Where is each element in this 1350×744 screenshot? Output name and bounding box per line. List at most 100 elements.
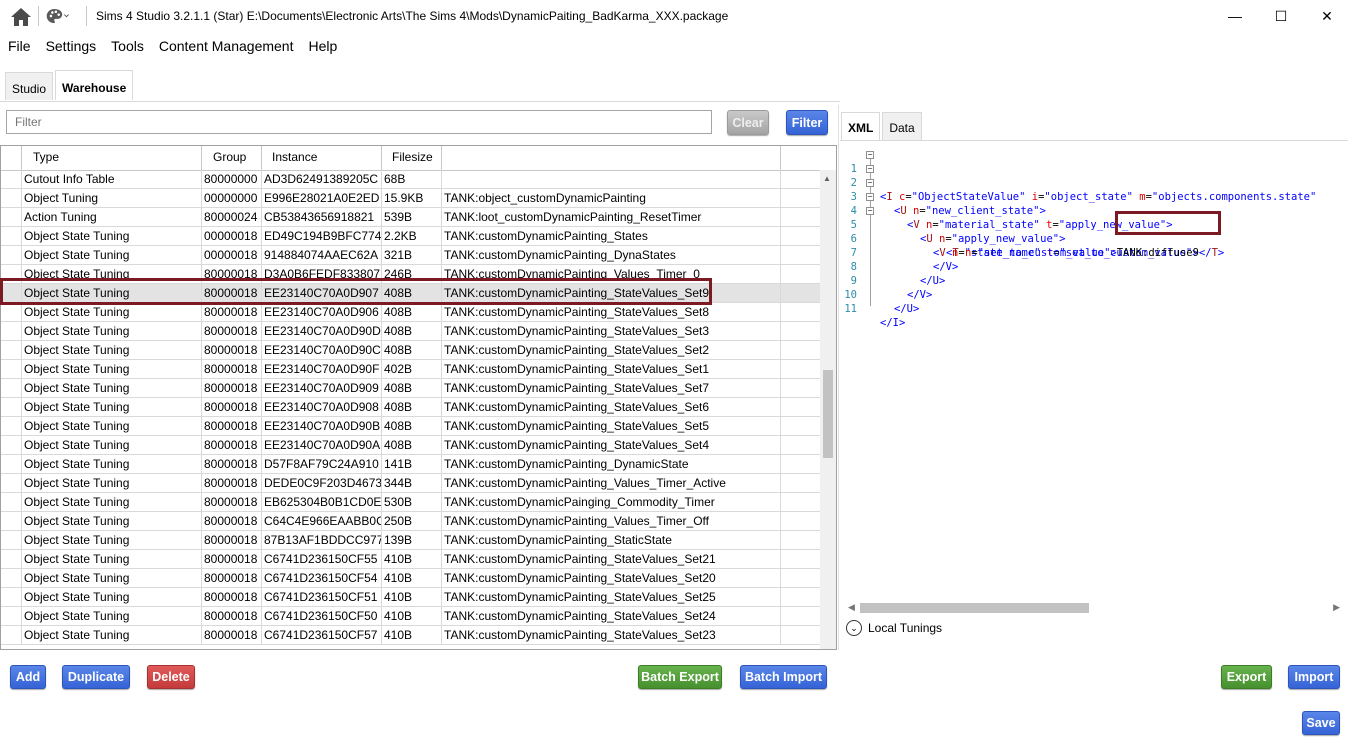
table-row[interactable]: Object State Tuning 80000018 C6741D236150C… — [1, 626, 821, 645]
table-row[interactable]: Object State Tuning 80000018 EE23140C70A0D… — [1, 360, 821, 379]
filesize-cell: 344B — [382, 474, 442, 492]
name-cell: TANK:customDynamicPainting_StateValues_S… — [442, 398, 781, 416]
table-row[interactable]: Object State Tuning 80000018 C6741D236150C… — [1, 569, 821, 588]
table-row[interactable]: Object Tuning 00000000 E996E28021A0E2ED 15.… — [1, 189, 821, 208]
name-cell: TANK:customDynamicPainting_StateValues_S… — [442, 360, 781, 378]
type-cell: Object State Tuning — [22, 303, 202, 321]
extra-cell — [781, 189, 821, 207]
column-header-name[interactable] — [442, 146, 781, 170]
fold-toggle-icon[interactable]: − — [866, 151, 874, 159]
add-button[interactable]: Add — [10, 665, 46, 689]
close-button[interactable]: ✕ — [1304, 0, 1350, 32]
table-row[interactable]: Object State Tuning 80000018 D57F8AF79C24A… — [1, 455, 821, 474]
type-cell: Object State Tuning — [22, 512, 202, 530]
duplicate-button[interactable]: Duplicate — [62, 665, 130, 689]
row-indicator — [1, 436, 22, 454]
table-row[interactable]: Object State Tuning 80000018 EE23140C70A0D… — [1, 322, 821, 341]
table-row[interactable]: Object State Tuning 80000018 DEDE0C9F203D4… — [1, 474, 821, 493]
column-header-type[interactable]: Type — [22, 146, 202, 170]
column-header-extra[interactable] — [781, 146, 821, 170]
scroll-left-icon[interactable]: ◀ — [848, 602, 855, 613]
fold-toggle-icon[interactable]: − — [866, 193, 874, 201]
table-header: Type Group Instance Filesize — [1, 146, 821, 171]
menu-content-management[interactable]: Content Management — [151, 36, 301, 58]
group-cell: 80000018 — [202, 493, 262, 511]
batch-import-button[interactable]: Batch Import — [740, 665, 827, 689]
horizontal-scrollbar[interactable]: ◀ ▶ — [846, 602, 1340, 614]
table-row[interactable]: Object State Tuning 80000018 C6741D236150C… — [1, 607, 821, 626]
table-row[interactable]: Object State Tuning 80000018 C6741D236150C… — [1, 588, 821, 607]
table-row[interactable]: Object State Tuning 80000018 EE23140C70A0D… — [1, 417, 821, 436]
fold-toggle-icon[interactable]: − — [866, 179, 874, 187]
column-header[interactable] — [1, 146, 22, 170]
table-row[interactable]: Object State Tuning 80000018 C64C4E966EAAB… — [1, 512, 821, 531]
name-cell: TANK:customDynamicPainting_DynamicState — [442, 455, 781, 473]
menu-settings[interactable]: Settings — [38, 36, 104, 58]
code-line: 6 <T n="set_to_custom_value">TANK:diffus… — [840, 218, 1348, 259]
code-line: 11 </I> — [840, 288, 1348, 329]
local-tunings-toggle[interactable]: ⌄ Local Tunings — [846, 620, 942, 636]
scrollbar-thumb[interactable] — [823, 370, 833, 458]
instance-cell: D57F8AF79C24A910 — [262, 455, 382, 473]
menu-tools[interactable]: Tools — [103, 36, 151, 58]
scroll-right-icon[interactable]: ▶ — [1333, 602, 1340, 613]
type-cell: Object State Tuning — [22, 360, 202, 378]
column-header-group[interactable]: Group — [202, 146, 262, 170]
table-row[interactable]: Object State Tuning 80000018 EE23140C70A0D… — [1, 379, 821, 398]
table-row[interactable]: Object State Tuning 80000018 87B13AF1BDDCC… — [1, 531, 821, 550]
table-row[interactable]: Object State Tuning 00000018 ED49C194B9BFC… — [1, 227, 821, 246]
fold-toggle-icon[interactable]: − — [866, 165, 874, 173]
scroll-up-icon[interactable]: ▲ — [823, 174, 831, 183]
column-header-filesize[interactable]: Filesize — [382, 146, 442, 170]
delete-button[interactable]: Delete — [147, 665, 195, 689]
code-line: 8 </U> — [840, 246, 1348, 287]
xml-editor[interactable]: 1 − <I c="ObjectStateValue" i="object_st… — [840, 140, 1348, 619]
tab-warehouse[interactable]: Warehouse — [55, 70, 134, 100]
filesize-cell: 539B — [382, 208, 442, 226]
group-cell: 80000018 — [202, 550, 262, 568]
import-button[interactable]: Import — [1288, 665, 1340, 689]
name-cell: TANK:customDynamicPainting_StateValues_S… — [442, 341, 781, 359]
scrollbar-thumb[interactable] — [860, 603, 1089, 613]
filter-input[interactable] — [6, 110, 712, 134]
type-cell: Object State Tuning — [22, 607, 202, 625]
table-row[interactable]: Cutout Info Table 80000000 AD3D62491389205… — [1, 170, 821, 189]
table-row[interactable]: Object State Tuning 80000018 EE23140C70A0D… — [1, 436, 821, 455]
maximize-button[interactable]: ☐ — [1258, 0, 1304, 32]
batch-export-button[interactable]: Batch Export — [638, 665, 722, 689]
type-cell: Object State Tuning — [22, 626, 202, 644]
instance-cell: EE23140C70A0D90F — [262, 360, 382, 378]
table-row[interactable]: Object State Tuning 80000018 EE23140C70A0D… — [1, 398, 821, 417]
palette-icon[interactable] — [46, 4, 70, 28]
column-header-instance[interactable]: Instance — [262, 146, 382, 170]
filesize-cell: 408B — [382, 303, 442, 321]
tab-data[interactable]: Data — [882, 112, 922, 140]
filter-button[interactable]: Filter — [786, 110, 828, 135]
clear-button[interactable]: Clear — [727, 110, 769, 135]
group-cell: 80000018 — [202, 417, 262, 435]
tab-xml[interactable]: XML — [841, 112, 881, 140]
panel-divider[interactable] — [838, 105, 839, 650]
table-row[interactable]: Object State Tuning 80000018 EE23140C70A0D… — [1, 341, 821, 360]
menu-file[interactable]: File — [0, 36, 38, 58]
save-button[interactable]: Save — [1302, 711, 1340, 735]
export-button[interactable]: Export — [1221, 665, 1272, 689]
extra-cell — [781, 303, 821, 321]
table-row[interactable]: Action Tuning 80000024 CB53843656918821 539… — [1, 208, 821, 227]
vertical-scrollbar[interactable]: ▲ — [820, 170, 836, 649]
table-row[interactable]: Object State Tuning 00000018 914884074AAEC… — [1, 246, 821, 265]
menu-help[interactable]: Help — [300, 36, 344, 58]
xml-close-tag: </I> — [880, 317, 906, 329]
tab-studio[interactable]: Studio — [5, 72, 54, 100]
chevron-down-icon[interactable]: ⌄ — [846, 620, 862, 636]
table-row[interactable]: Object State Tuning 80000018 EE23140C70A0D… — [1, 303, 821, 322]
fold-toggle-icon[interactable]: − — [866, 207, 874, 215]
row-indicator — [1, 531, 22, 549]
instance-cell: EE23140C70A0D909 — [262, 379, 382, 397]
home-icon[interactable] — [9, 5, 33, 29]
minimize-button[interactable]: — — [1212, 0, 1258, 32]
table-row[interactable]: Object State Tuning 80000018 C6741D236150C… — [1, 550, 821, 569]
table-row[interactable]: Object State Tuning 80000018 EB625304B0B1C… — [1, 493, 821, 512]
group-cell: 00000000 — [202, 189, 262, 207]
name-cell: TANK:customDynamicPainting_StateValues_S… — [442, 379, 781, 397]
